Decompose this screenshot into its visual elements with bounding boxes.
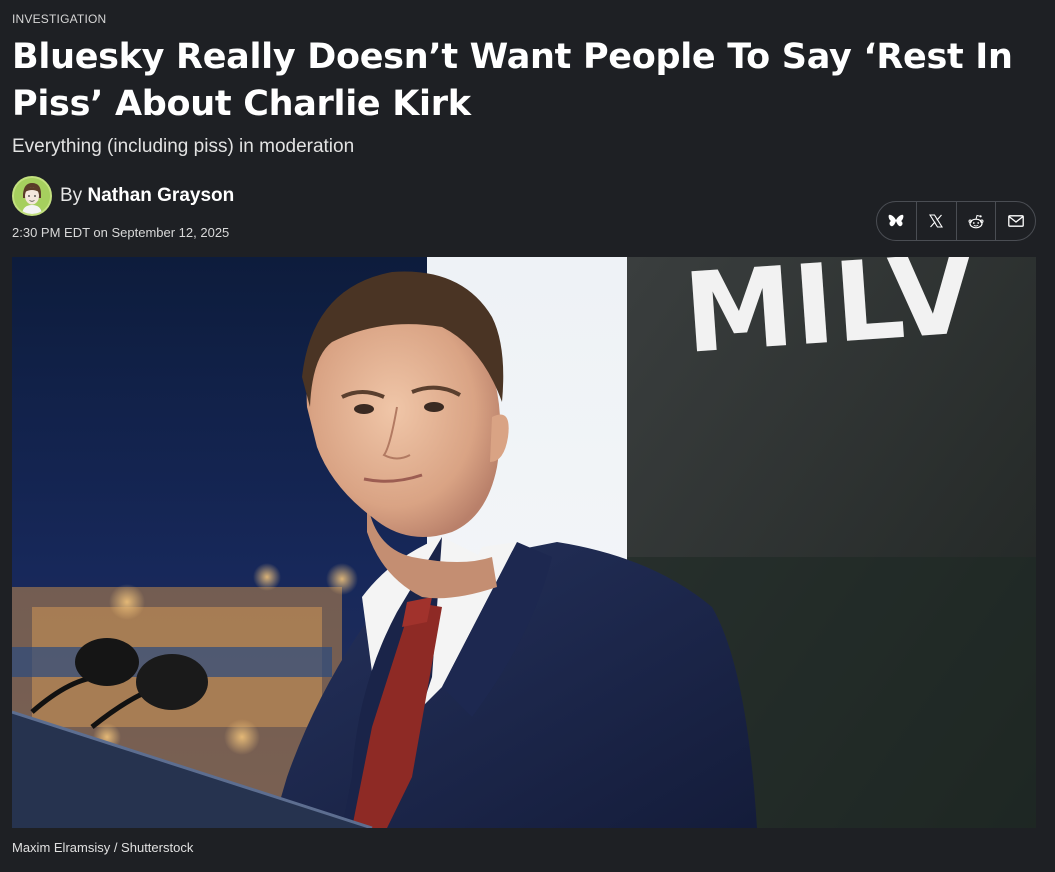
share-reddit-button[interactable]	[957, 202, 997, 240]
reddit-icon	[968, 214, 984, 228]
share-bluesky-button[interactable]	[877, 202, 917, 240]
author-link[interactable]: Nathan Grayson	[87, 185, 234, 206]
avatar-illustration-icon	[14, 178, 50, 214]
article-headline: Bluesky Really Doesn’t Want People To Sa…	[12, 37, 1013, 124]
butterfly-icon	[888, 214, 904, 227]
envelope-icon	[1007, 215, 1024, 227]
sign-text: MILV	[680, 257, 979, 378]
share-x-button[interactable]	[917, 202, 957, 240]
article-subhead: Everything (including piss) in moderatio…	[12, 136, 355, 157]
hero-image: MILV	[12, 257, 1036, 828]
share-email-button[interactable]	[996, 202, 1035, 240]
publish-timestamp: 2:30 PM EDT on September 12, 2025	[12, 225, 230, 240]
category-link[interactable]: INVESTIGATION	[12, 12, 106, 26]
image-caption: Maxim Elramsisy / Shutterstock	[12, 840, 194, 855]
byline: By Nathan Grayson	[12, 176, 234, 216]
x-logo-icon	[929, 214, 944, 228]
byline-text: By Nathan Grayson	[60, 185, 234, 207]
share-bar	[876, 201, 1036, 241]
byline-prefix: By	[60, 185, 83, 206]
author-avatar[interactable]	[12, 176, 52, 216]
article-page: INVESTIGATION Bluesky Really Doesn’t Wan…	[0, 0, 1055, 872]
speaker-photo: MILV	[12, 257, 1036, 828]
